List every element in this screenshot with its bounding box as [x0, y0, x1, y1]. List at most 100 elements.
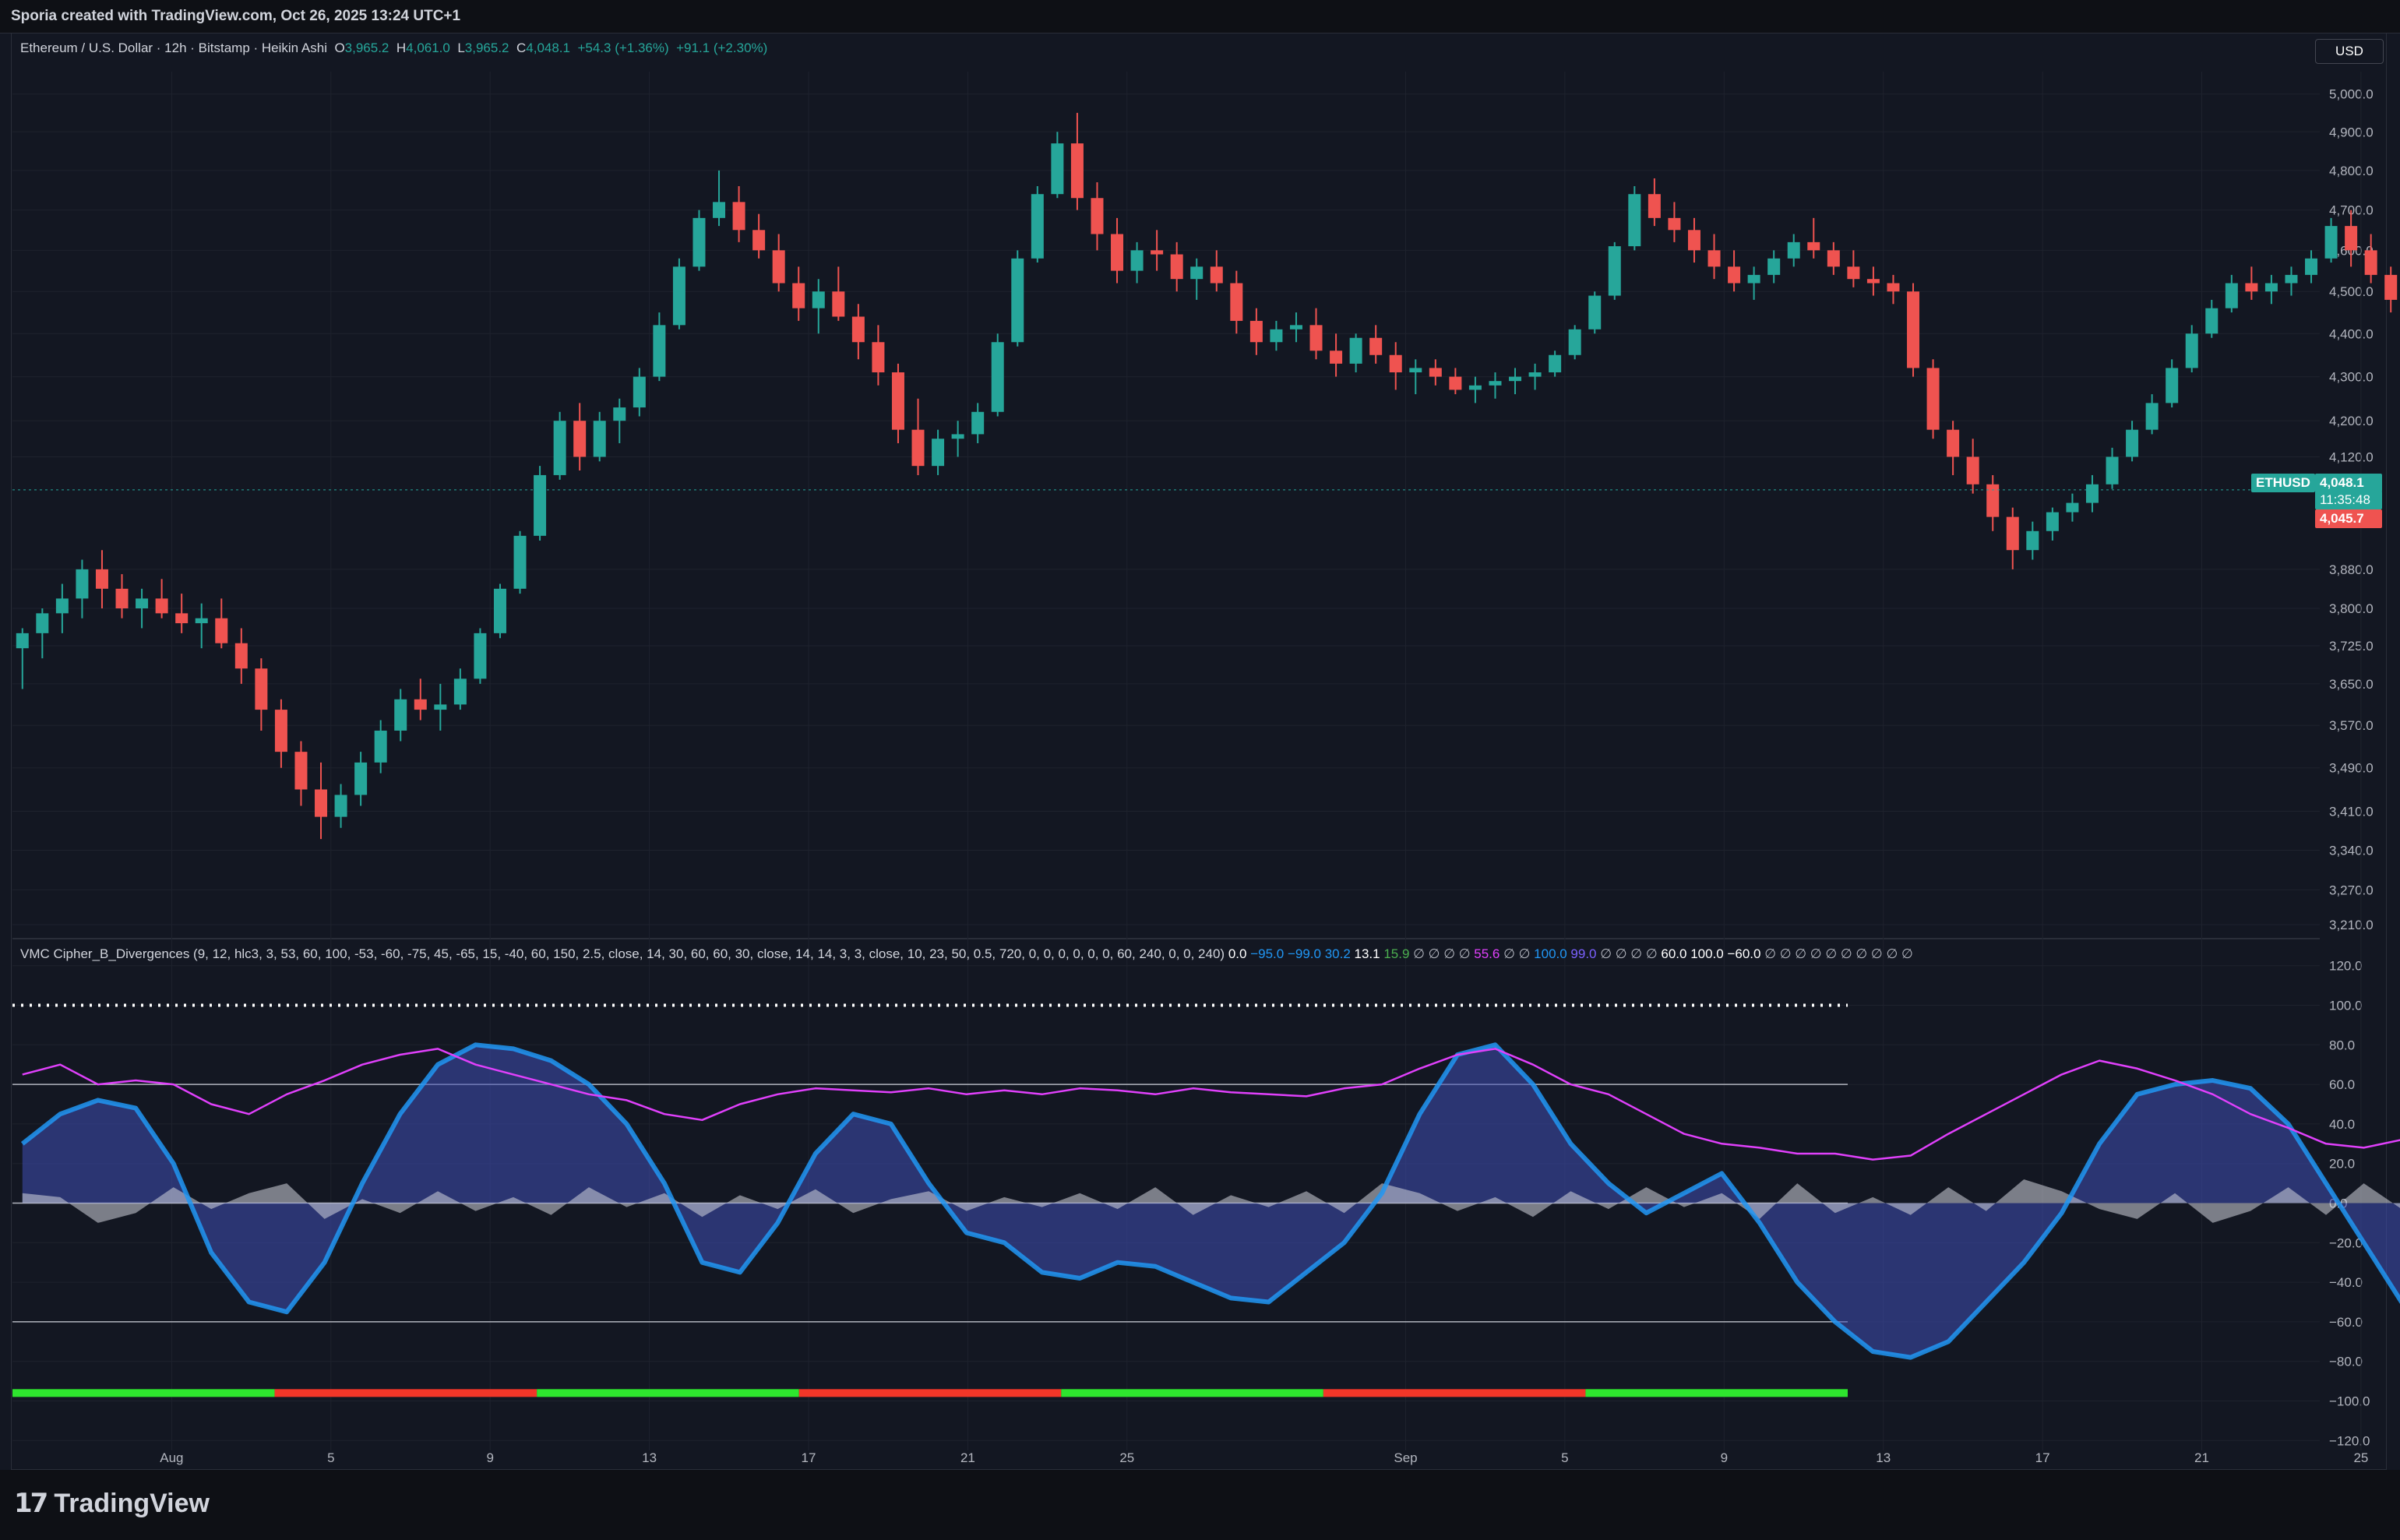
- price-tick-label: 3,880.0: [2329, 562, 2374, 577]
- candle-down: [255, 668, 268, 710]
- candle-up: [1588, 295, 1602, 329]
- candle-up: [36, 613, 49, 633]
- candle-up: [633, 376, 646, 408]
- candle-down: [274, 710, 287, 752]
- candle-down: [414, 699, 427, 710]
- open-label: O: [334, 41, 345, 55]
- time-tick-label: 17: [802, 1450, 816, 1465]
- candle-down: [1827, 250, 1840, 267]
- candle-down: [2364, 250, 2377, 275]
- candle-up: [1031, 194, 1044, 259]
- change2-value: +91.1 (+2.30%): [676, 41, 768, 55]
- indicator-value: 0.0: [1228, 946, 1247, 961]
- indicator-value: 30.2: [1320, 946, 1351, 961]
- osc-tick-label: 20.0: [2329, 1157, 2355, 1172]
- candle-up: [136, 598, 149, 608]
- indicator-value: 100.0: [1686, 946, 1724, 961]
- candle-up: [1747, 274, 1760, 284]
- candle-up: [1509, 376, 1522, 382]
- indicator-value: −95.0: [1246, 946, 1285, 961]
- high-value: 4,061.0: [406, 41, 450, 55]
- candle-up: [593, 421, 606, 457]
- candle-up: [653, 325, 666, 377]
- candle-up: [1608, 246, 1621, 296]
- price-tick-label: 4,300.0: [2329, 370, 2374, 385]
- candle-up: [534, 474, 547, 536]
- candle-down: [1847, 266, 1860, 280]
- candle-down: [851, 316, 865, 343]
- osc-tick-label: −60.0: [2329, 1315, 2363, 1330]
- candle-up: [55, 598, 69, 614]
- indicator-values: 0.0 −95.0 −99.0 30.2 13.1 15.9 ∅ ∅ ∅ ∅ 5…: [1228, 946, 1913, 961]
- candle-down: [1687, 230, 1700, 251]
- candle-up: [2205, 308, 2219, 334]
- candle-down: [1947, 429, 1960, 457]
- time-tick-label: 21: [2194, 1450, 2209, 1465]
- candle-down: [2245, 283, 2258, 292]
- candle-down: [1668, 217, 1681, 231]
- candle-down: [1986, 484, 2000, 517]
- candle-down: [1887, 283, 1900, 292]
- candle-up: [2026, 530, 2039, 551]
- footer: [0, 1470, 2400, 1540]
- candle-down: [911, 429, 925, 467]
- signal-bar-segment: [537, 1389, 799, 1397]
- candle-up: [2305, 258, 2318, 275]
- symbol-price-tag: ETHUSD: [2251, 474, 2315, 492]
- candle-down: [1369, 337, 1383, 355]
- last-price-tag: 4,048.1: [2315, 474, 2382, 492]
- candle-down: [155, 598, 168, 614]
- candle-up: [1130, 250, 1144, 271]
- candle-down: [234, 643, 248, 669]
- candle-up: [693, 217, 706, 267]
- candle-down: [1151, 250, 1164, 255]
- indicator-value: ∅ ∅ ∅ ∅: [1596, 946, 1658, 961]
- candle-down: [872, 342, 885, 372]
- symbol-label: Ethereum / U.S. Dollar · 12h · Bitstamp …: [20, 41, 327, 55]
- candle-up: [1270, 329, 1283, 343]
- candle-up: [1289, 325, 1302, 329]
- candle-down: [115, 588, 129, 608]
- price-tick-label: 3,650.0: [2329, 677, 2374, 692]
- candle-up: [613, 407, 626, 421]
- candle-down: [1091, 198, 1104, 234]
- price-legend: Ethereum / U.S. Dollar · 12h · Bitstamp …: [20, 41, 767, 56]
- candle-down: [1707, 250, 1721, 267]
- osc-tick-label: −40.0: [2329, 1275, 2363, 1290]
- candle-up: [334, 795, 347, 817]
- currency-button[interactable]: USD: [2315, 39, 2384, 64]
- price-tick-label: 3,490.0: [2329, 761, 2374, 776]
- candle-down: [95, 569, 108, 589]
- candle-down: [1389, 354, 1402, 372]
- price-tick-label: 3,570.0: [2329, 718, 2374, 733]
- candle-up: [434, 704, 447, 710]
- candle-up: [713, 202, 726, 218]
- time-tick-label: Aug: [160, 1450, 183, 1465]
- candle-up: [453, 678, 467, 705]
- indicator-value: 100.0: [1530, 946, 1567, 961]
- tradingview-logo[interactable]: 17 TradingView: [14, 1488, 210, 1519]
- time-tick-label: 21: [960, 1450, 975, 1465]
- candle-up: [493, 588, 506, 633]
- candle-up: [2185, 333, 2198, 368]
- candle-up: [553, 421, 566, 475]
- candle-up: [1549, 354, 1562, 372]
- candle-up: [2264, 283, 2278, 292]
- time-tick-label: 5: [327, 1450, 334, 1465]
- osc-tick-label: −100.0: [2329, 1394, 2370, 1409]
- chart-svg[interactable]: 5,000.04,900.04,800.04,700.04,600.04,500…: [0, 33, 2400, 1470]
- candle-down: [1249, 320, 1263, 343]
- candle-up: [2066, 502, 2079, 513]
- tradingview-logo-icon: 17: [14, 1488, 48, 1519]
- candle-down: [1070, 143, 1084, 199]
- candle-up: [1528, 372, 1542, 377]
- osc-tick-label: −80.0: [2329, 1355, 2363, 1369]
- price-tick-label: 3,725.0: [2329, 639, 2374, 654]
- candle-up: [394, 699, 407, 731]
- price-tick-label: 4,400.0: [2329, 326, 2374, 341]
- candle-up: [2166, 368, 2179, 404]
- time-tick-label: Sep: [1394, 1450, 1417, 1465]
- time-tick-label: 9: [1721, 1450, 1728, 1465]
- top-bar: Sporia created with TradingView.com, Oct…: [0, 0, 2400, 33]
- price-tick-label: 3,210.0: [2329, 918, 2374, 932]
